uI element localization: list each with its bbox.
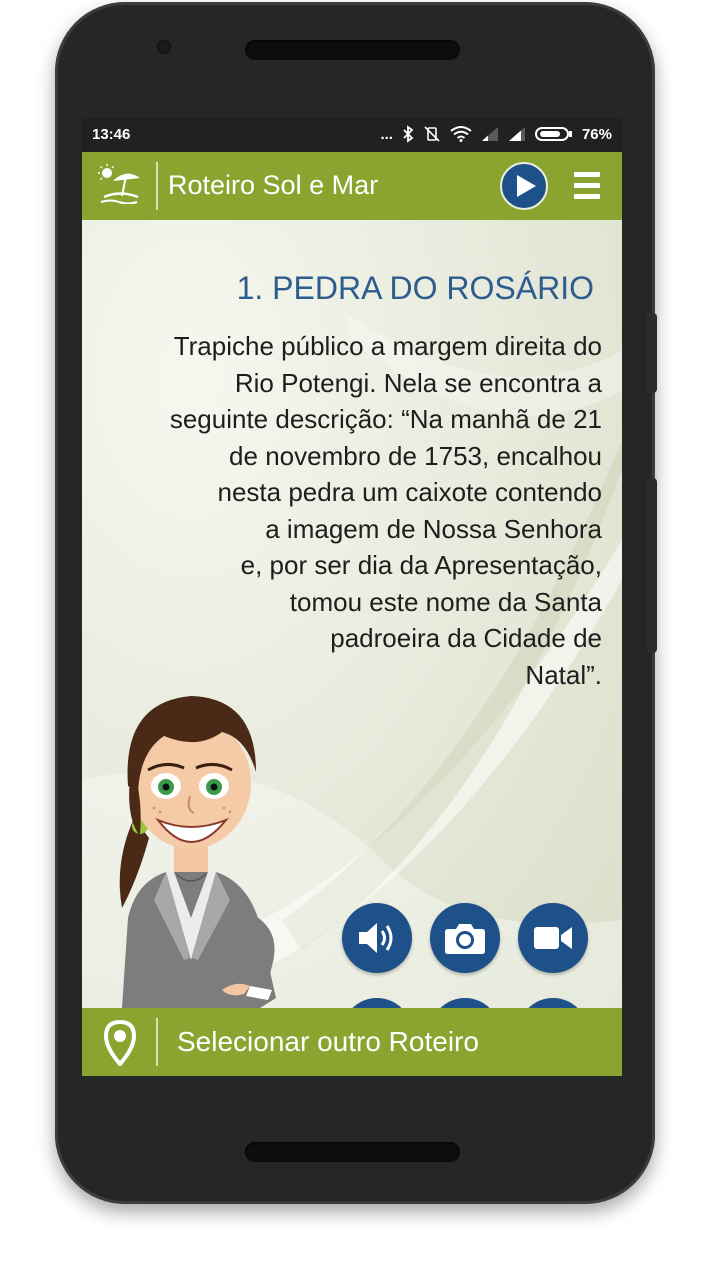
top-speaker (245, 40, 460, 60)
description-text: Trapiche público a margem direita do Rio… (122, 328, 602, 693)
hamburger-icon (574, 172, 600, 177)
text-line: seguinte descrição: “Na manhã de 21 (169, 404, 602, 434)
bottom-bar-divider (156, 1018, 158, 1066)
power-button (647, 313, 657, 393)
text-line: e, por ser dia da Apresentação, (240, 550, 602, 580)
photo-button[interactable] (430, 903, 500, 973)
text-line: a imagem de Nossa Senhora (265, 513, 602, 544)
guide-character-illustration (119, 696, 276, 1008)
front-camera (157, 40, 171, 54)
menu-button[interactable] (566, 166, 608, 206)
signal-icon (508, 127, 525, 141)
text-line: Trapiche público a margem direita do (173, 331, 602, 361)
status-bar: 13:46 ... 76% (82, 118, 622, 152)
text-line: nesta pedra um caixote contendo (217, 477, 602, 507)
battery-icon (534, 127, 572, 141)
vibrate-off-icon (424, 126, 440, 142)
location-pin-icon (104, 1020, 136, 1066)
video-button[interactable] (518, 903, 588, 973)
select-route-bar[interactable]: Selecionar outro Roteiro (82, 1008, 622, 1076)
play-icon (517, 175, 536, 197)
text-line: Rio Potengi. Nela se encontra a (234, 367, 602, 398)
volume-button (647, 478, 657, 653)
more-notifications-icon: ... (380, 125, 393, 143)
status-time: 13:46 (92, 126, 131, 143)
bottom-speaker (245, 1142, 460, 1162)
text-line: tomou este nome da Santa (289, 586, 602, 617)
text-line: padroeira da Cidade de (330, 623, 602, 653)
signal-icon-weak (481, 127, 498, 141)
page-title: 1. PEDRA DO ROSÁRIO (236, 270, 594, 306)
app-bar-divider (156, 162, 158, 210)
beach-umbrella-icon (98, 164, 140, 204)
battery-percent: 76% (581, 125, 612, 143)
speaker-icon (359, 923, 393, 953)
video-camera-icon (534, 927, 572, 949)
play-button[interactable] (500, 162, 548, 210)
screen: 13:46 ... 76% Roteiro Sol e Mar 1. PEDRA… (82, 118, 622, 1076)
select-route-label: Selecionar outro Roteiro (177, 1026, 479, 1057)
text-line: de novembro de 1753, encalhou (229, 440, 602, 471)
app-bar: Roteiro Sol e Mar (82, 152, 622, 220)
audio-button[interactable] (342, 903, 412, 973)
camera-icon (445, 924, 485, 954)
content-area: 1. PEDRA DO ROSÁRIO Trapiche público a m… (82, 220, 622, 1068)
app-title: Roteiro Sol e Mar (168, 170, 379, 200)
bluetooth-icon (403, 125, 414, 143)
wifi-icon (450, 126, 472, 142)
